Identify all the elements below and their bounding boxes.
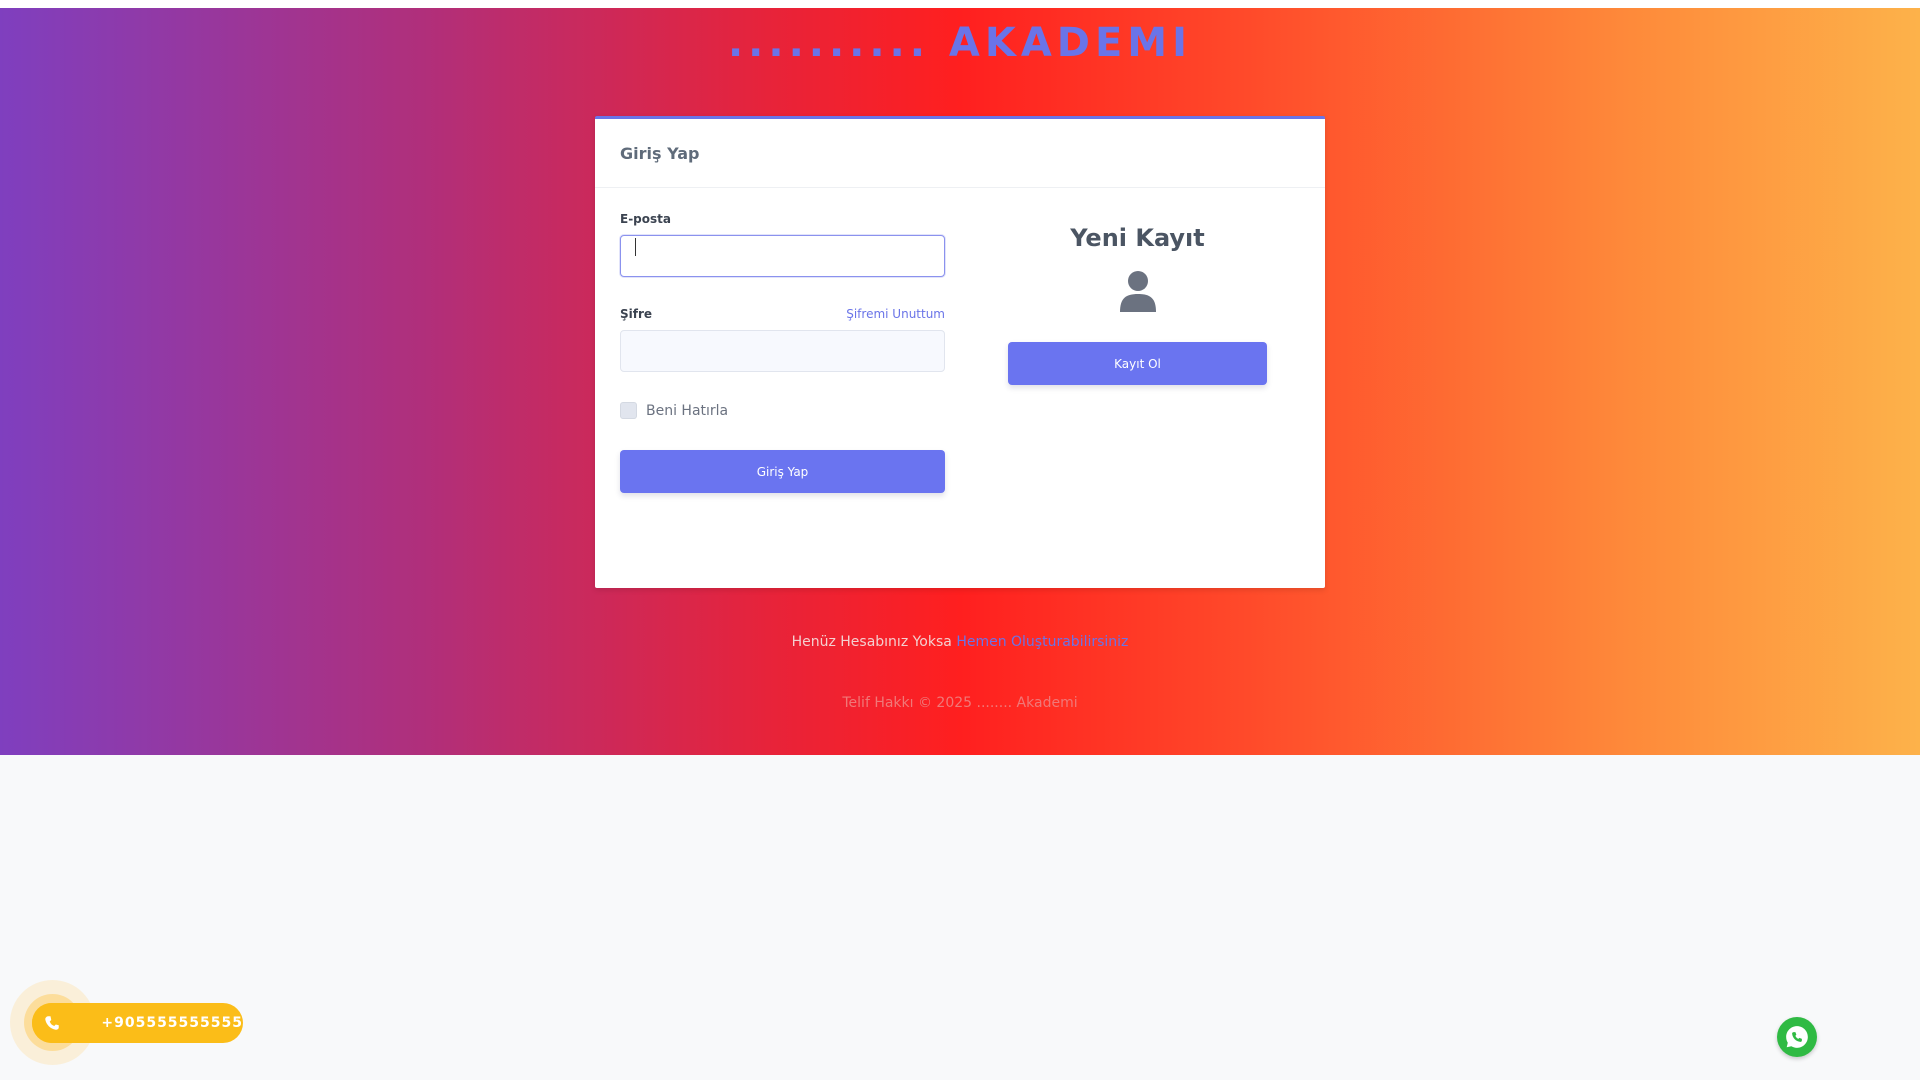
remember-checkbox[interactable]	[620, 402, 637, 419]
text-caret	[635, 238, 636, 256]
email-group: E-posta	[620, 212, 945, 277]
whatsapp-icon[interactable]	[1777, 1017, 1817, 1057]
signup-prompt-text: Henüz Hesabınız Yoksa	[791, 634, 952, 650]
login-form: E-posta Şifre Şifremi Unuttum Beni Hatır…	[620, 212, 945, 493]
phone-icon[interactable]	[32, 1003, 72, 1043]
signup-prompt: Henüz Hesabınız Yoksa Hemen Oluşturabili…	[0, 634, 1920, 650]
remember-row[interactable]: Beni Hatırla	[620, 402, 945, 419]
phone-pill[interactable]: +905555555555	[32, 1003, 243, 1043]
password-label: Şifre	[620, 307, 653, 321]
login-button[interactable]: Giriş Yap	[620, 450, 945, 493]
register-title: Yeni Kayıt	[1070, 224, 1205, 252]
copyright: Telif Hakkı © 2025 ........ Akademi	[842, 695, 1078, 711]
password-input[interactable]	[620, 330, 945, 372]
email-input[interactable]	[620, 235, 945, 277]
card-header: Giriş Yap	[595, 119, 1325, 188]
login-card: Giriş Yap E-posta Şifre Şifremi Unuttum …	[595, 116, 1325, 588]
remember-label[interactable]: Beni Hatırla	[646, 403, 728, 419]
forgot-password-link[interactable]: Şifremi Unuttum	[846, 307, 945, 321]
password-group: Şifre Şifremi Unuttum	[620, 307, 945, 372]
brand-logo[interactable]: .......... AKADEMI	[0, 20, 1920, 66]
email-label: E-posta	[620, 212, 671, 226]
top-strip	[0, 0, 1920, 8]
user-icon	[1119, 270, 1156, 312]
phone-number[interactable]: +905555555555	[101, 1015, 243, 1031]
phone-widget[interactable]: +905555555555	[10, 980, 250, 1065]
register-panel: Yeni Kayıt Kayıt Ol	[1008, 224, 1267, 385]
register-button[interactable]: Kayıt Ol	[1008, 342, 1267, 385]
signup-link[interactable]: Hemen Oluşturabilirsiniz	[956, 634, 1128, 650]
